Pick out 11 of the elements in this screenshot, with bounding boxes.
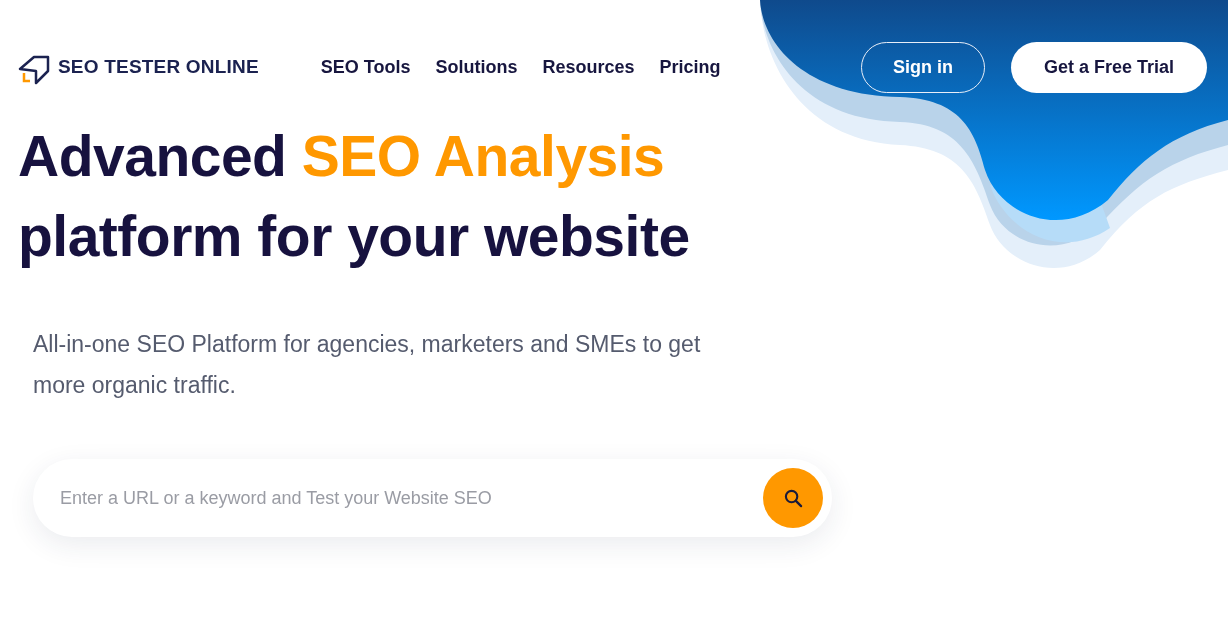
- subtitle: All-in-one SEO Platform for agencies, marketers and SMEs to get more organic traffic.: [33, 330, 702, 400]
- nav-link[interactable]: Pricing: [659, 56, 721, 78]
- nav-link[interactable]: Resources: [542, 56, 635, 78]
- nav-link[interactable]: Solutions: [435, 56, 518, 78]
- nav-link[interactable]: SEO Tools: [320, 56, 411, 78]
- search-button[interactable]: [763, 468, 823, 528]
- headline: Advanced SEO Analysis platform for your website: [18, 123, 691, 270]
- search-input[interactable]: Enter a URL or a keyword and Test your Website SEO: [58, 486, 763, 510]
- free-trial-button[interactable]: Get a Free Trial: [1011, 41, 1207, 93]
- logo[interactable]: SEO TESTER ONLINE: [18, 49, 259, 85]
- search-icon: [783, 488, 803, 508]
